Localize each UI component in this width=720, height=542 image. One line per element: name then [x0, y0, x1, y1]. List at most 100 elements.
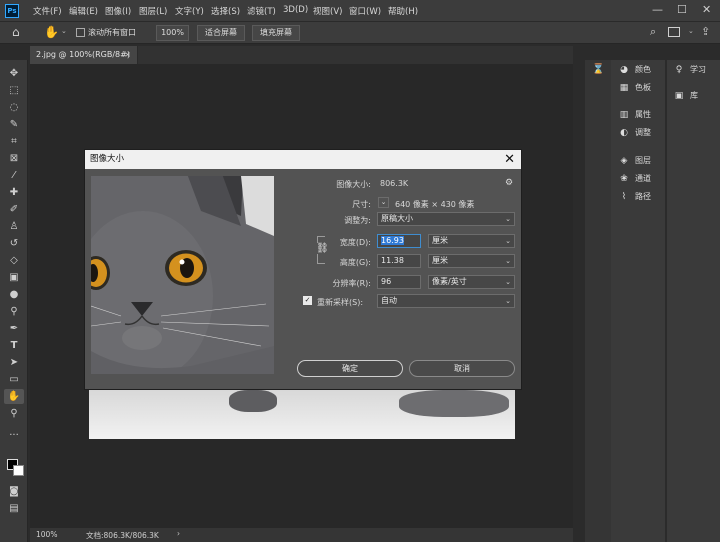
menu-file[interactable]: 文件(F): [33, 5, 62, 17]
quick-mask-icon[interactable]: ◙: [4, 484, 24, 499]
properties-icon: ▥: [619, 110, 629, 120]
search-icon[interactable]: ⌕: [650, 25, 656, 39]
resample-checkbox[interactable]: ✓: [303, 296, 312, 305]
panel-item-learn[interactable]: ♀ 学习: [673, 64, 706, 75]
clone-stamp-tool-icon[interactable]: ♙: [4, 219, 24, 234]
zoom-100-button[interactable]: 100%: [156, 25, 189, 41]
menu-filter[interactable]: 滤镜(T): [247, 5, 276, 17]
chevron-down-icon: ⌄: [505, 237, 511, 245]
status-menu-arrow-icon[interactable]: ›: [177, 529, 180, 538]
panel-item-color[interactable]: ◕ 颜色: [618, 64, 651, 75]
dodge-tool-icon[interactable]: ⚲: [4, 304, 24, 319]
scroll-all-checkbox[interactable]: [76, 28, 85, 37]
blur-tool-icon[interactable]: ●: [4, 287, 24, 302]
lasso-tool-icon[interactable]: ◌: [4, 100, 24, 115]
hand-tool-active-icon[interactable]: ✋: [4, 389, 24, 404]
settings-gear-icon[interactable]: ⚙: [505, 178, 513, 188]
panel-item-libraries[interactable]: ▣ 库: [673, 90, 698, 101]
hand-tool-icon[interactable]: ✋: [44, 25, 59, 39]
type-tool-icon[interactable]: T: [4, 338, 24, 353]
panel-item-paths[interactable]: ⌇ 路径: [618, 191, 651, 202]
panel-dock-1: ◕ 颜色 ▦ 色板 ▥ 属性 ◐ 调整 ◈ 图层 ❀ 通道 ⌇ 路径: [611, 60, 665, 542]
dimensions-label: 尺寸:: [352, 200, 371, 209]
panel-item-channels[interactable]: ❀ 通道: [618, 173, 651, 184]
fit-to-label: 调整为:: [344, 216, 371, 225]
dimensions-value: 640 像素 × 430 像素: [395, 200, 475, 209]
menu-layer[interactable]: 图层(L): [139, 5, 167, 17]
history-brush-tool-icon[interactable]: ↺: [4, 236, 24, 251]
share-icon[interactable]: ⇪: [701, 25, 710, 38]
document-size-info: 文档:806.3K/806.3K: [86, 531, 159, 540]
document-tab[interactable]: 2.jpg @ 100%(RGB/8#) ×: [30, 46, 138, 64]
ok-button[interactable]: 确定: [297, 360, 403, 377]
fit-to-select[interactable]: 原稿大小 ⌄: [377, 212, 515, 226]
cat-paw: [399, 390, 509, 417]
resample-select[interactable]: 自动 ⌄: [377, 294, 515, 308]
rectangle-tool-icon[interactable]: ▭: [4, 372, 24, 387]
document-tab-label: 2.jpg @ 100%(RGB/8#): [36, 50, 130, 59]
gradient-tool-icon[interactable]: ▣: [4, 270, 24, 285]
width-unit-select[interactable]: 厘米 ⌄: [428, 234, 515, 248]
brush-tool-icon[interactable]: ✐: [4, 202, 24, 217]
background-color-swatch[interactable]: [13, 465, 24, 476]
menu-help[interactable]: 帮助(H): [388, 5, 418, 17]
more-tools-icon[interactable]: ···: [4, 428, 24, 443]
menu-bar: Ps 文件(F) 编辑(E) 图像(I) 图层(L) 文字(Y) 选择(S) 滤…: [0, 0, 720, 22]
move-tool-icon[interactable]: ✥: [4, 66, 24, 81]
menu-window[interactable]: 窗口(W): [349, 5, 381, 17]
menu-select[interactable]: 选择(S): [211, 5, 240, 17]
close-tab-icon[interactable]: ×: [124, 46, 131, 64]
panel-item-swatches[interactable]: ▦ 色板: [618, 82, 651, 93]
status-bar: 100% 文档:806.3K/806.3K ›: [30, 528, 573, 542]
eraser-tool-icon[interactable]: ◇: [4, 253, 24, 268]
zoom-level[interactable]: 100%: [36, 530, 57, 539]
resolution-input[interactable]: 96: [377, 275, 421, 289]
path-select-tool-icon[interactable]: ➤: [4, 355, 24, 370]
maximize-button[interactable]: ☐: [677, 3, 687, 16]
libraries-icon: ▣: [674, 91, 684, 101]
tool-preset-chevron-icon[interactable]: ⌄: [61, 27, 67, 35]
width-label: 宽度(D):: [339, 238, 371, 247]
menu-3d[interactable]: 3D(D): [283, 5, 308, 15]
dialog-close-icon[interactable]: ✕: [504, 150, 515, 169]
minimize-button[interactable]: —: [652, 3, 663, 16]
dialog-title: 图像大小: [90, 154, 125, 164]
workspace-icon[interactable]: [668, 27, 680, 37]
channels-icon: ❀: [620, 174, 628, 184]
resolution-label: 分辨率(R):: [332, 279, 372, 288]
screen-mode-icon[interactable]: ▤: [4, 501, 24, 516]
menu-type[interactable]: 文字(Y): [175, 5, 204, 17]
menu-view[interactable]: 视图(V): [313, 5, 342, 17]
history-icon[interactable]: ⌛: [592, 64, 604, 75]
resolution-unit-select[interactable]: 像素/英寸 ⌄: [428, 275, 515, 289]
panel-item-adjustments[interactable]: ◐ 调整: [618, 127, 651, 138]
height-input[interactable]: 11.38: [377, 254, 421, 268]
height-unit-select[interactable]: 厘米 ⌄: [428, 254, 515, 268]
image-preview[interactable]: [91, 176, 274, 374]
dialog-title-bar[interactable]: 图像大小 ✕: [85, 150, 521, 169]
menu-edit[interactable]: 编辑(E): [69, 5, 98, 17]
marquee-tool-icon[interactable]: ⬚: [4, 83, 24, 98]
panel-item-layers[interactable]: ◈ 图层: [618, 155, 651, 166]
home-icon[interactable]: ⌂: [12, 25, 20, 39]
healing-brush-tool-icon[interactable]: ✚: [4, 185, 24, 200]
eyedropper-tool-icon[interactable]: ⁄: [4, 168, 24, 183]
fit-screen-button[interactable]: 适合屏幕: [197, 25, 245, 41]
width-input[interactable]: 16.93: [377, 234, 421, 248]
document-image-visible: [89, 390, 515, 439]
fill-screen-button[interactable]: 填充屏幕: [252, 25, 300, 41]
image-size-label: 图像大小:: [336, 180, 371, 189]
zoom-tool-icon[interactable]: ⚲: [4, 406, 24, 421]
menu-image[interactable]: 图像(I): [105, 5, 131, 17]
panel-item-properties[interactable]: ▥ 属性: [618, 109, 651, 120]
workspace-chevron-icon[interactable]: ⌄: [688, 27, 694, 35]
quick-select-tool-icon[interactable]: ✎: [4, 117, 24, 132]
cancel-button[interactable]: 取消: [409, 360, 515, 377]
close-window-button[interactable]: ✕: [702, 3, 711, 16]
frame-tool-icon[interactable]: ⊠: [4, 151, 24, 166]
dimensions-unit-chevron-icon[interactable]: ⌄: [378, 197, 389, 208]
paths-icon: ⌇: [621, 192, 627, 202]
height-label: 高度(G):: [339, 258, 371, 267]
crop-tool-icon[interactable]: ⌗: [4, 134, 24, 149]
pen-tool-icon[interactable]: ✒: [4, 321, 24, 336]
